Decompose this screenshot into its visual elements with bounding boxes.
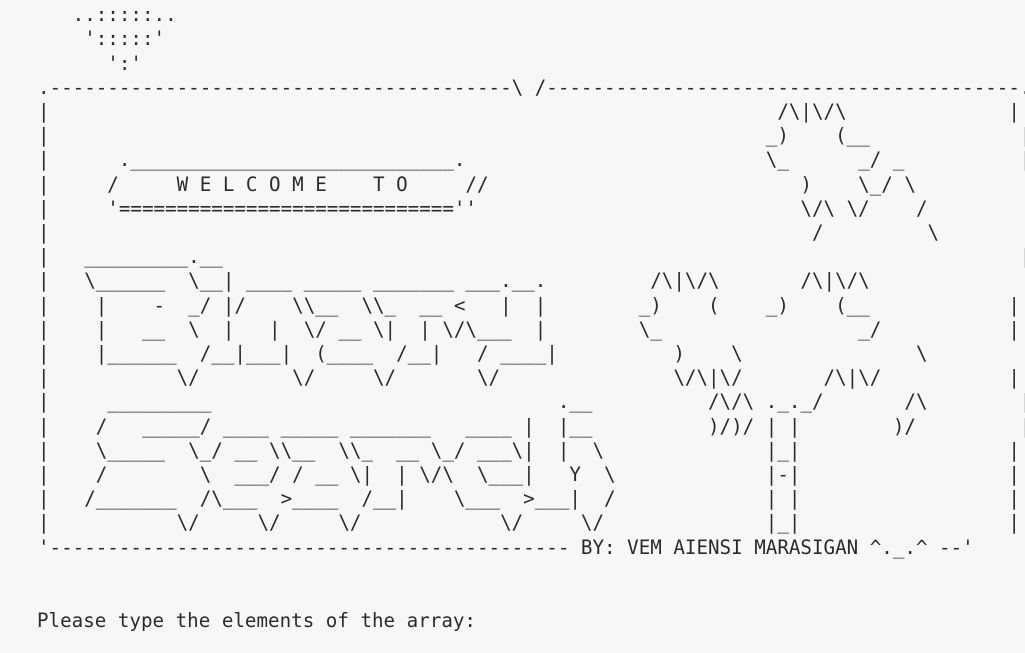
prompt-line: Please type the elements of the array: [37,607,496,633]
prompt-spacer [476,609,488,633]
prompt-text: Please type the elements of the array: [37,609,476,632]
array-input[interactable] [488,607,496,627]
ascii-banner: .:.:. ..:::::.. ':::::' ':' .-----------… [38,0,1025,559]
terminal-window: .:.:. ..:::::.. ':::::' ':' .-----------… [0,0,1025,653]
